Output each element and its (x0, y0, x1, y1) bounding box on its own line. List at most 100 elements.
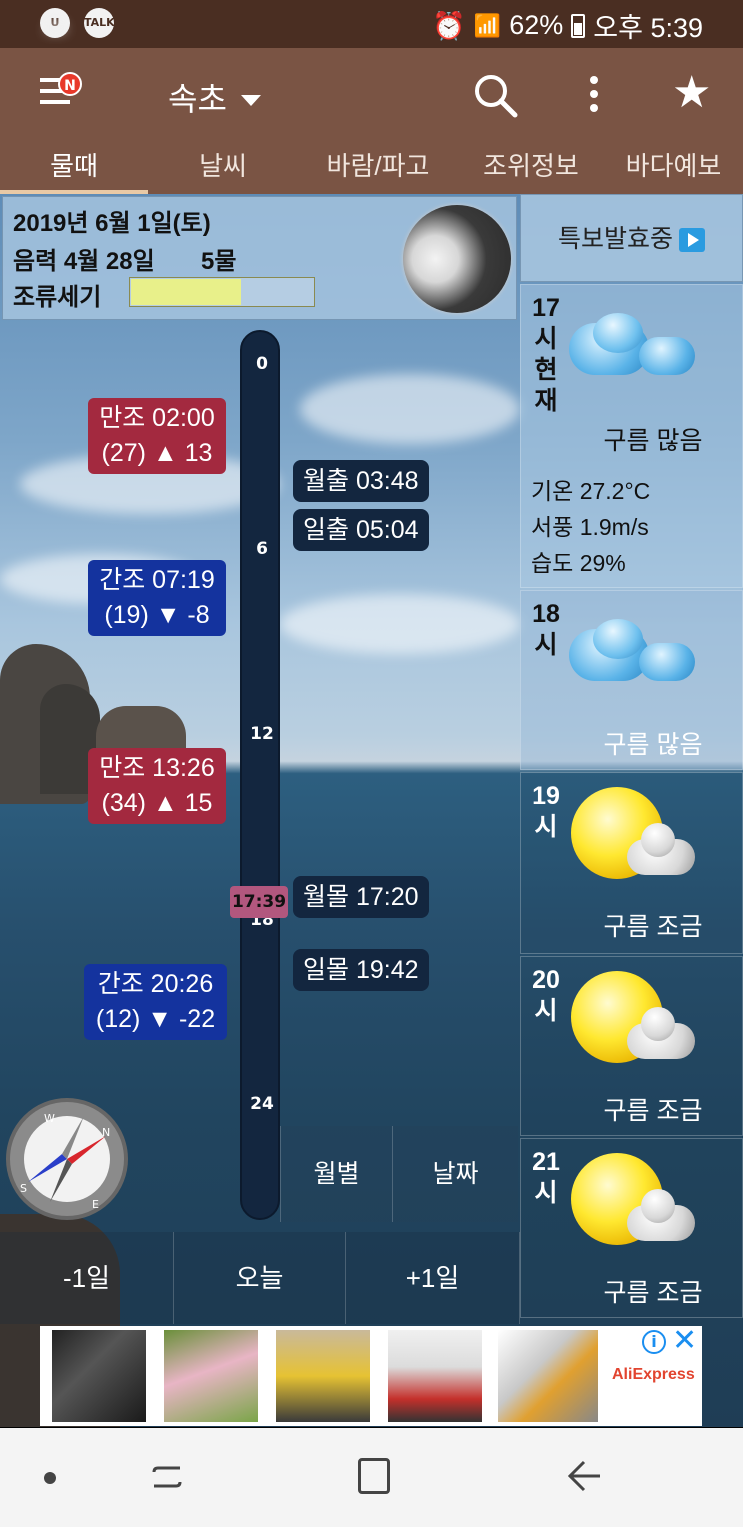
ad-product-image[interactable] (498, 1330, 598, 1422)
low-tide-box[interactable]: 간조 20:26 (12) ▼ -22 (84, 964, 227, 1040)
aliexpress-logo: AliExpress (612, 1366, 695, 1383)
svg-text:E: E (92, 1198, 99, 1211)
status-right: ⏰ 📶 62% 오후 5:39 (432, 6, 703, 45)
status-left-icons: U ☁ TALK (40, 8, 115, 38)
current-weather-card[interactable]: 17 시 현 재 구름 많음 기온 27.2°C 서풍 1.9m/s 습도 29… (520, 284, 743, 588)
svg-text:N: N (102, 1126, 110, 1139)
back-icon[interactable] (566, 1458, 602, 1494)
timeline-tick: 0 (256, 354, 268, 374)
hour-label: 19 시 (532, 782, 560, 841)
tide-level: (34) ▲ 15 (101, 789, 213, 817)
chevron-down-icon (240, 94, 261, 106)
tide-level: (12) ▼ -22 (95, 1005, 216, 1033)
compass-icon: W N S E (6, 1098, 128, 1220)
monthly-button[interactable]: 월별 (280, 1126, 392, 1222)
date-info-panel: 2019년 6월 1일(토) 음력 4월 28일 5물 조류세기 (2, 196, 517, 320)
battery-percent: 62% (509, 10, 564, 40)
next-day-button[interactable]: +1일 (346, 1232, 520, 1324)
current-strength-fill (131, 279, 242, 305)
strength-label: 조류세기 (13, 284, 102, 311)
high-tide-box[interactable]: 만조 13:26 (34) ▲ 15 (88, 748, 226, 824)
tab-weather[interactable]: 날씨 (148, 140, 298, 194)
recent-apps-icon[interactable] (150, 1460, 184, 1494)
humidity: 습도 29% (531, 550, 626, 576)
ad-info-icon[interactable]: i (642, 1330, 666, 1354)
day-timeline[interactable]: 0 6 12 18 24 (240, 330, 280, 1220)
weather-condition: 구름 조금 (603, 913, 703, 941)
wind: 서풍 1.9m/s (531, 514, 649, 540)
today-button[interactable]: 오늘 (174, 1232, 346, 1324)
weather-column: 특보발효중 17 시 현 재 구름 많음 기온 27.2°C 서풍 1.9m/s… (520, 194, 743, 1427)
sun-cloud-icon (571, 787, 697, 883)
prev-day-button[interactable]: -1일 (0, 1232, 174, 1324)
system-nav-bar (0, 1428, 743, 1527)
svg-text:S: S (20, 1182, 27, 1195)
tide-level: (27) ▲ 13 (101, 439, 213, 467)
tab-marine-forecast[interactable]: 바다예보 (604, 140, 743, 194)
ad-banner[interactable]: AliExpress i ✕ (40, 1326, 702, 1426)
ad-product-image[interactable] (52, 1330, 146, 1422)
sunset-label: 일몰 19:42 (293, 949, 429, 991)
search-icon[interactable] (472, 72, 518, 118)
nav-dot-icon[interactable] (44, 1472, 56, 1484)
play-icon (679, 228, 705, 253)
alarm-icon: ⏰ (432, 10, 466, 41)
tab-tide[interactable]: 물때 (0, 140, 148, 194)
tab-tide-level[interactable]: 조위정보 (458, 140, 604, 194)
lunar-date: 음력 4월 28일 (13, 248, 155, 275)
hour-label: 20 시 (532, 966, 560, 1025)
weather-alert-button[interactable]: 특보발효중 (520, 194, 743, 282)
sunrise-label: 일출 05:04 (293, 509, 429, 551)
solar-date: 2019년 6월 1일(토) (13, 210, 211, 237)
sun-cloud-icon (571, 1153, 697, 1249)
timeline-tick: 6 (256, 539, 268, 559)
low-tide-box[interactable]: 간조 07:19 (19) ▼ -8 (88, 560, 226, 636)
weather-condition: 구름 많음 (603, 731, 703, 759)
ad-product-image[interactable] (388, 1330, 482, 1422)
ad-product-image[interactable] (276, 1330, 370, 1422)
battery-icon (571, 13, 586, 38)
tide-phase: 5물 (201, 248, 237, 275)
weather-condition: 구름 많음 (603, 427, 703, 455)
location-name: 속초 (168, 81, 227, 117)
favorite-star-icon[interactable]: ★ (672, 68, 711, 118)
hour-label: 21 시 (532, 1148, 560, 1207)
status-bar: U ☁ TALK ⏰ 📶 62% 오후 5:39 (0, 0, 743, 48)
moonrise-label: 월출 03:48 (293, 460, 429, 502)
hourly-weather-card[interactable]: 18 시 구름 많음 (520, 590, 743, 770)
cloud-sync-icon: ☁ (43, 9, 67, 37)
alert-label: 특보발효중 (557, 225, 673, 253)
tab-bar: 물때 날씨 바람/파고 조위정보 바다예보 (0, 140, 743, 194)
svg-text:W: W (44, 1112, 55, 1125)
current-time-marker: 17:39 (230, 886, 288, 918)
tide-level: (19) ▼ -8 (104, 601, 210, 629)
ad-close-icon[interactable]: ✕ (672, 1326, 697, 1356)
high-tide-box[interactable]: 만조 02:00 (27) ▲ 13 (88, 398, 226, 474)
hour-label: 17 시 현 재 (532, 294, 560, 415)
timeline-tick: 24 (250, 1094, 274, 1114)
tide-time: 만조 02:00 (99, 404, 215, 432)
moonset-label: 월몰 17:20 (293, 876, 429, 918)
hourly-weather-card[interactable]: 21 시 구름 조금 (520, 1138, 743, 1318)
moon-phase-icon (403, 205, 511, 313)
more-options-icon[interactable] (588, 76, 600, 116)
clock: 오후 5:39 (593, 13, 703, 43)
date-picker-button[interactable]: 날짜 (392, 1126, 518, 1222)
temperature: 기온 27.2°C (531, 478, 651, 504)
hourly-weather-card[interactable]: 20 시 구름 조금 (520, 956, 743, 1136)
tide-time: 간조 07:19 (99, 566, 215, 594)
timeline-tick: 12 (250, 724, 274, 744)
sun-cloud-icon (571, 971, 697, 1067)
tab-wind-wave[interactable]: 바람/파고 (298, 140, 458, 194)
wifi-icon: 📶 (473, 12, 502, 38)
hour-label: 18 시 (532, 600, 560, 659)
home-icon[interactable] (358, 1458, 390, 1494)
cloudy-icon (569, 313, 695, 383)
location-selector[interactable]: 속초 (168, 74, 261, 120)
weather-condition: 구름 조금 (603, 1279, 703, 1307)
tide-time: 만조 13:26 (99, 754, 215, 782)
tide-time: 간조 20:26 (97, 970, 214, 998)
weather-condition: 구름 조금 (603, 1097, 703, 1125)
hourly-weather-card[interactable]: 19 시 구름 조금 (520, 772, 743, 954)
ad-product-image[interactable] (164, 1330, 258, 1422)
